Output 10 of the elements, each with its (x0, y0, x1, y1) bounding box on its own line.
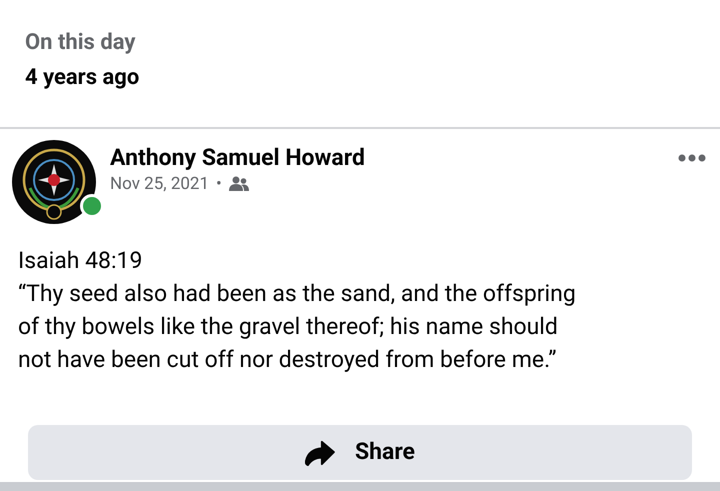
author-name[interactable]: Anthony Samuel Howard (110, 143, 678, 173)
share-button[interactable]: Share (28, 425, 692, 480)
post-date[interactable]: Nov 25, 2021 (110, 173, 210, 195)
share-icon (305, 440, 335, 466)
more-options-icon[interactable] (678, 154, 706, 162)
post-text: Isaiah 48:19 “Thy seed also had been as the sand, and the offspring of thy bowels like the gravel thereof; his name should not have been cut off nor destroyed from before me.” (17, 246, 577, 375)
friends-icon (228, 176, 249, 192)
memory-label: On this day (25, 29, 136, 57)
memory-age: 4 years ago (25, 64, 140, 92)
separator-dot: • (216, 173, 222, 195)
